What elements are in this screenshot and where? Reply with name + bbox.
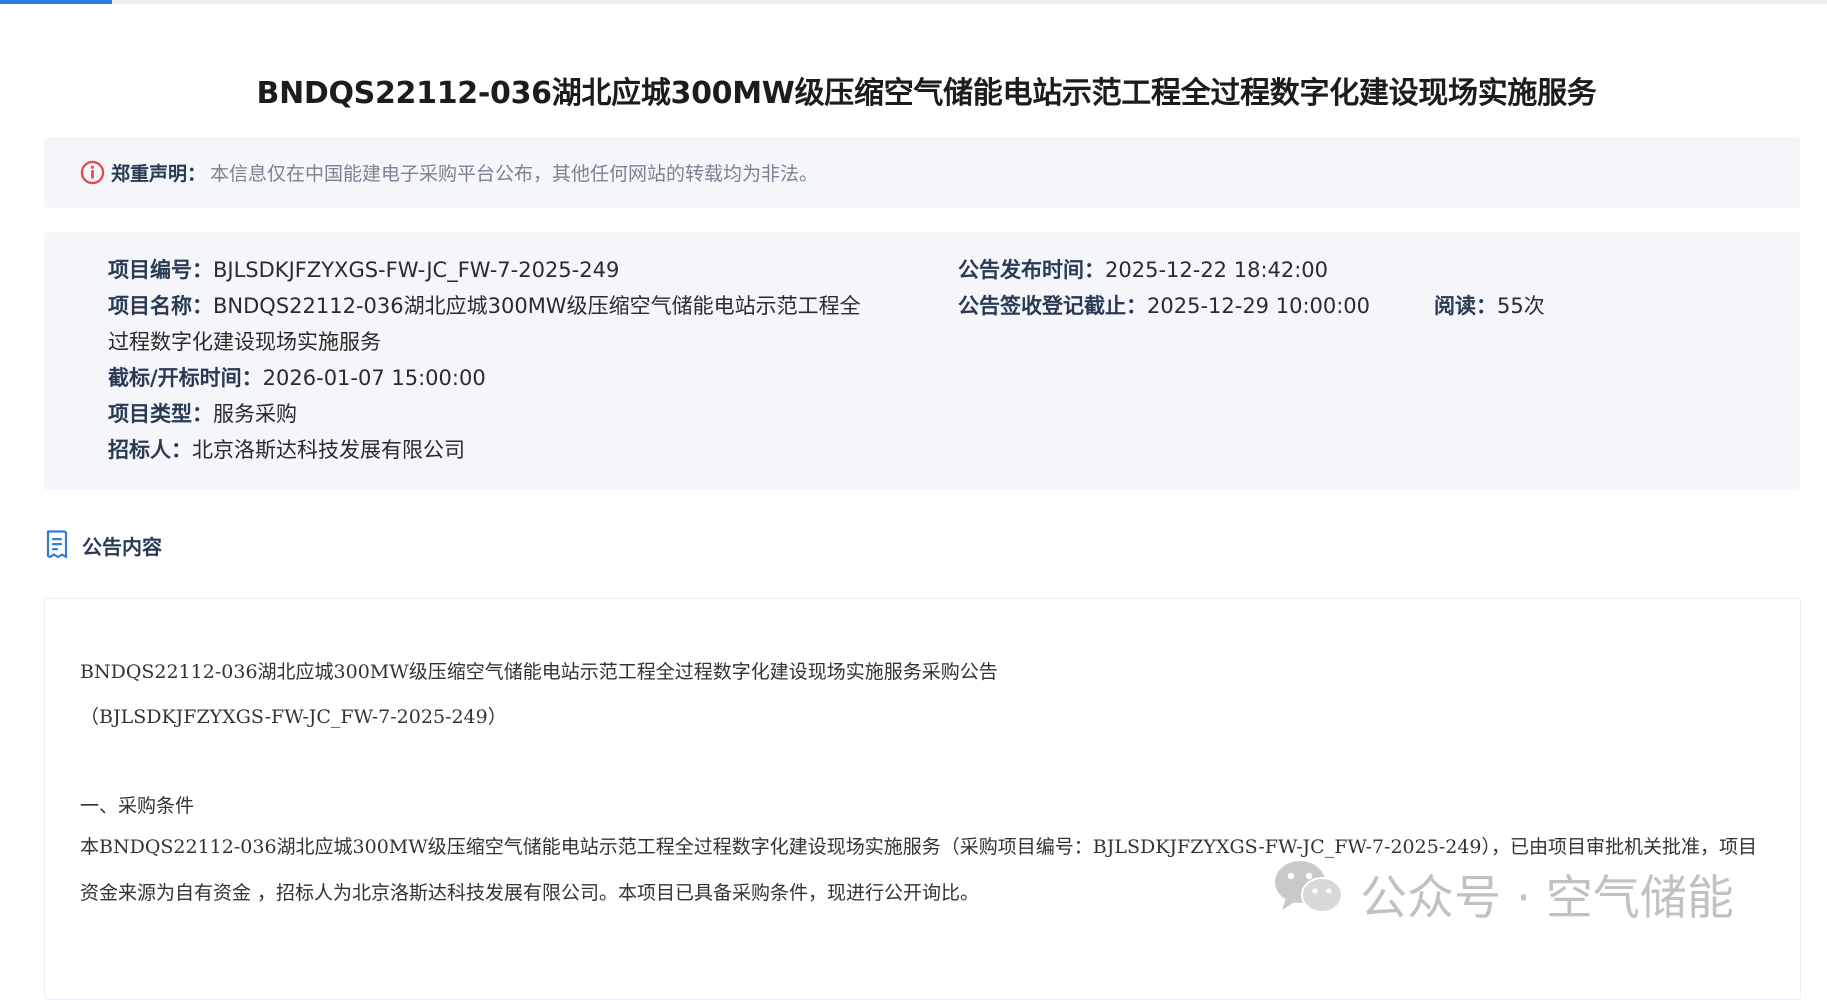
project-number-row: 项目编号：BJLSDKJFZYXGS-FW-JC_FW-7-2025-249: [108, 252, 619, 288]
publish-time-label: 公告发布时间：: [958, 258, 1105, 282]
announcement-content: BNDQS22112-036湖北应城300MW级压缩空气储能电站示范工程全过程数…: [44, 598, 1801, 1000]
watermark-text: 公众号 · 空气储能: [1360, 871, 1734, 926]
page-title: BNDQS22112-036湖北应城300MW级压缩空气储能电站示范工程全过程数…: [256, 76, 1597, 111]
project-type-value: 服务采购: [213, 402, 297, 426]
tenderer-value: 北京洛斯达科技发展有限公司: [192, 438, 465, 462]
project-name-row: 项目名称：BNDQS22112-036湖北应城300MW级压缩空气储能电站示范工…: [108, 288, 878, 360]
section-title: 公告内容: [82, 535, 162, 559]
bid-open-time-row: 截标/开标时间：2026-01-07 15:00:00: [108, 360, 486, 396]
read-count-row: 阅读：55次: [1434, 288, 1545, 324]
project-type-label: 项目类型：: [108, 402, 213, 426]
tenderer-row: 招标人：北京洛斯达科技发展有限公司: [108, 432, 465, 468]
active-tab-indicator: [0, 0, 112, 4]
read-count-value: 55次: [1497, 294, 1545, 318]
document-icon: [46, 530, 68, 559]
disclaimer-label: 郑重声明：: [111, 163, 207, 185]
project-type-row: 项目类型：服务采购: [108, 396, 297, 432]
signup-deadline-label: 公告签收登记截止：: [958, 294, 1147, 318]
disclaimer-bar: 郑重声明： 本信息仅在中国能建电子采购平台公布，其他任何网站的转载均为非法。: [44, 137, 1800, 208]
project-name-value: BNDQS22112-036湖北应城300MW级压缩空气储能电站示范工程全过程数…: [108, 294, 861, 354]
read-count-label: 阅读：: [1434, 294, 1497, 318]
bid-open-time-value: 2026-01-07 15:00:00: [262, 366, 486, 390]
tenderer-label: 招标人：: [108, 438, 192, 462]
project-number-value: BJLSDKJFZYXGS-FW-JC_FW-7-2025-249: [213, 258, 620, 282]
top-divider: [0, 0, 1827, 4]
content-subheading: 一、采购条件: [80, 795, 195, 817]
publish-time-row: 公告发布时间：2025-12-22 18:42:00: [958, 252, 1328, 288]
project-number-label: 项目编号：: [108, 258, 213, 282]
project-name-label: 项目名称：: [108, 294, 213, 318]
disclaimer-text: 本信息仅在中国能建电子采购平台公布，其他任何网站的转载均为非法。: [210, 163, 819, 185]
content-code: （BJLSDKJFZYXGS-FW-JC_FW-7-2025-249）: [80, 706, 507, 728]
content-heading: BNDQS22112-036湖北应城300MW级压缩空气储能电站示范工程全过程数…: [80, 661, 998, 683]
signup-deadline-row: 公告签收登记截止：2025-12-29 10:00:00: [958, 288, 1370, 324]
warning-circle-icon: [80, 160, 105, 185]
wechat-icon: [1275, 861, 1343, 913]
signup-deadline-value: 2025-12-29 10:00:00: [1147, 294, 1371, 318]
bid-open-time-label: 截标/开标时间：: [108, 366, 263, 390]
publish-time-value: 2025-12-22 18:42:00: [1105, 258, 1329, 282]
project-info-panel: 项目编号：BJLSDKJFZYXGS-FW-JC_FW-7-2025-249 项…: [44, 232, 1800, 490]
